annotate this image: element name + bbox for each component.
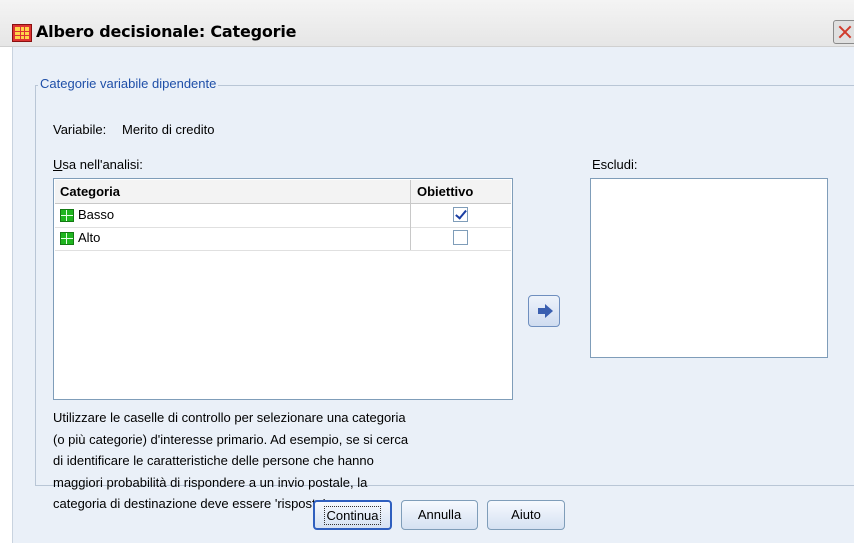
variable-label: Variabile: — [53, 122, 107, 137]
category-cell: Alto — [55, 227, 411, 250]
use-in-analysis-label-text: sa nell'analisi: — [62, 157, 143, 172]
table-icon — [12, 24, 32, 42]
title-bar: Albero decisionale: Categorie — [0, 0, 854, 47]
target-checkbox-alto[interactable] — [453, 230, 468, 245]
category-cell: Basso — [55, 204, 411, 227]
move-right-button[interactable] — [528, 295, 560, 327]
instructions-line: maggiori probabilità di rispondere a un … — [53, 474, 368, 490]
category-label: Alto — [78, 230, 101, 245]
categories-grid[interactable]: Categoria Obiettivo Basso Alto — [53, 178, 513, 400]
table-row[interactable]: Basso — [55, 204, 511, 228]
help-button[interactable]: Aiuto — [487, 500, 565, 530]
instructions-text: Utilizzare le caselle di controllo per s… — [53, 407, 513, 515]
target-checkbox-basso[interactable] — [453, 207, 468, 222]
category-icon — [60, 232, 74, 245]
window-title: Albero decisionale: Categorie — [36, 22, 297, 41]
window-edge — [0, 47, 13, 543]
group-legend: Categorie variabile dipendente — [38, 76, 219, 91]
exclude-label: Escludi: — [592, 157, 638, 172]
continue-button-label: Continua — [324, 506, 381, 525]
instructions-line: di identificare le caratteristiche delle… — [53, 453, 374, 468]
cancel-button[interactable]: Annulla — [401, 500, 478, 530]
exclude-listbox[interactable] — [590, 178, 828, 358]
column-header-category[interactable]: Categoria — [55, 180, 411, 203]
use-in-analysis-label: Usa nell'analisi: — [53, 157, 143, 172]
instructions-line: Utilizzare le caselle di controllo per s… — [53, 410, 406, 425]
table-row[interactable]: Alto — [55, 227, 511, 251]
variable-value: Merito di credito — [122, 122, 215, 137]
category-label: Basso — [78, 207, 115, 222]
category-icon — [60, 209, 74, 222]
continue-button[interactable]: Continua — [313, 500, 392, 530]
grid-header: Categoria Obiettivo — [55, 180, 511, 204]
close-button[interactable] — [833, 20, 854, 44]
dialog-body: Categorie variabile dipendente Variabile… — [0, 47, 854, 543]
instructions-line: (o più categorie) d'interesse primario. … — [53, 431, 409, 447]
column-header-target[interactable]: Obiettivo — [412, 180, 511, 203]
